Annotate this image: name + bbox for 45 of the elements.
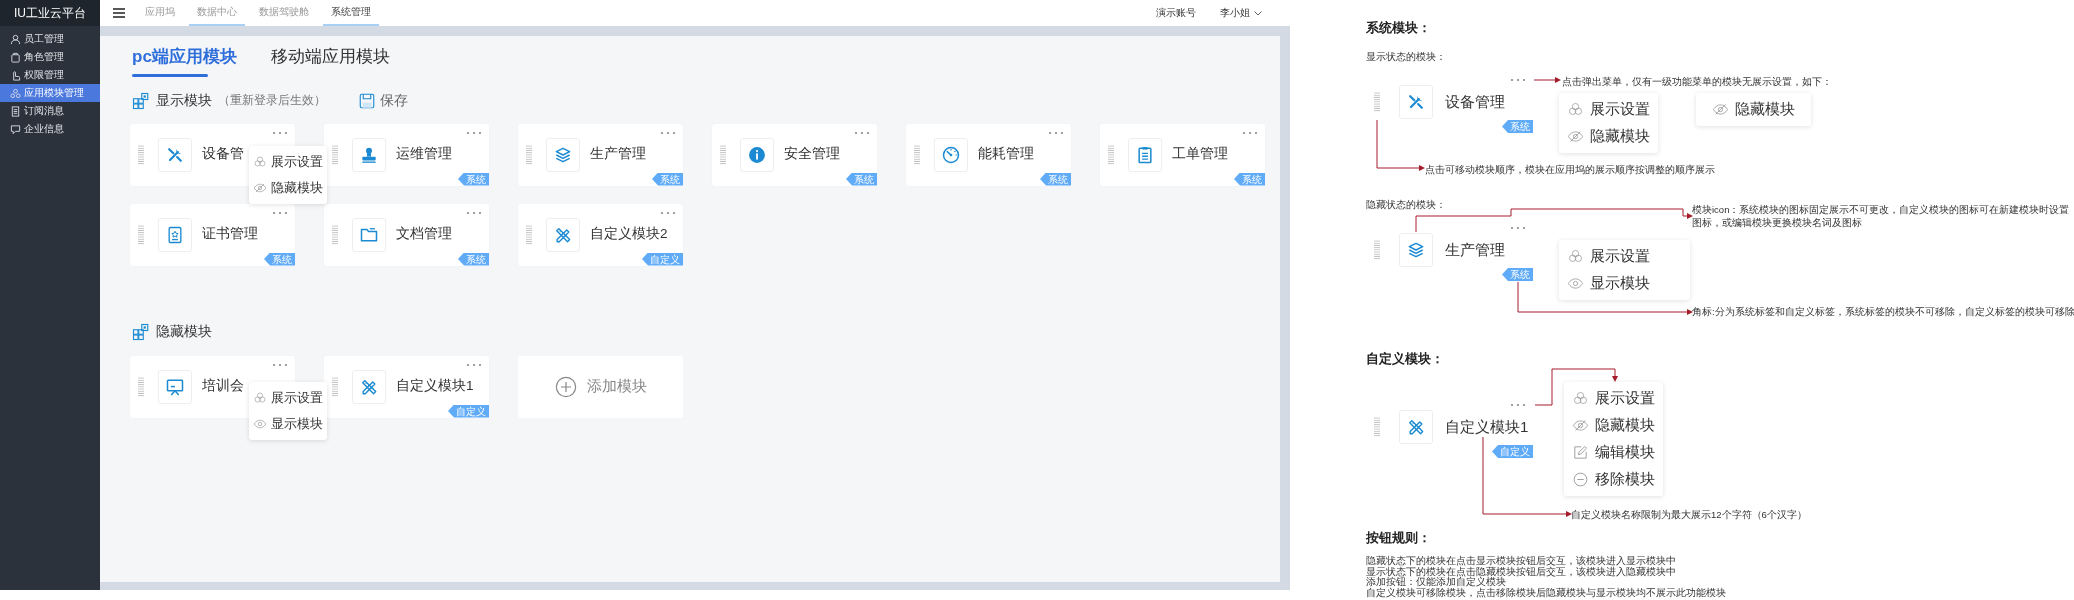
module-name: 生产管理: [590, 145, 646, 164]
annotation-text: 角标:分为系统标签和自定义标签，系统标签的模块不可移除，自定义标签的模块可移除: [1692, 305, 2074, 319]
module-tag: 系统: [458, 252, 489, 266]
section-note: （重新登录后生效）: [218, 92, 326, 108]
module-tag: 自定义: [642, 252, 683, 266]
brand-title: IU工业云平台: [0, 0, 100, 26]
module-name: 能耗管理: [978, 145, 1034, 164]
module-name: 证书管理: [202, 225, 258, 244]
module-name: 工单管理: [1172, 145, 1228, 164]
module-name: 文档管理: [396, 225, 452, 244]
spec-label: 隐藏状态的模块：: [1366, 198, 1446, 212]
module-tag: 系统: [458, 172, 489, 186]
module-name: 安全管理: [784, 145, 840, 164]
spec-heading: 自定义模块：: [1366, 350, 1444, 368]
module-tag: 自定义: [448, 404, 489, 418]
rule-text: 自定义模块可移除模块，点击移除模块后隐藏模块与显示模块均不展示此功能模块: [1366, 587, 1726, 598]
module-name: 培训会: [202, 377, 244, 396]
module-tag: 系统: [1502, 268, 1533, 281]
module-tag: 系统: [846, 172, 877, 186]
module-tag: 系统: [264, 252, 295, 266]
module-name: 自定义模块2: [590, 225, 668, 244]
annotation-text: 自定义模块名称限制为最大展示12个字符（6个汉字）: [1571, 508, 1807, 522]
module-tag: 系统: [652, 172, 683, 186]
module-name: 设备管: [202, 145, 244, 164]
module-name: 设备管理: [1445, 91, 1505, 112]
rule-text: 显示状态下的模块在点击隐藏模块按钮后交互，该模块进入隐藏模块中: [1366, 566, 1677, 577]
account-label: 演示账号: [1156, 5, 1196, 20]
annotation-text: 点击可移动模块顺序，模块在应用坞的展示顺序按调整的顺序展示: [1425, 163, 1715, 177]
module-tag: 系统: [1234, 172, 1265, 186]
module-name: 运维管理: [396, 145, 452, 164]
annotation-text: 点击弹出菜单，仅有一级功能菜单的模块无展示设置，如下：: [1562, 75, 1832, 89]
section-title: 显示模块: [156, 91, 212, 110]
spec-heading: 按钮规则：: [1366, 529, 1431, 547]
module-name: 自定义模块1: [396, 377, 474, 396]
module-tag: 系统: [1502, 120, 1533, 133]
rule-text: 隐藏状态下的模块在点击显示模块按钮后交互，该模块进入显示模块中: [1366, 556, 1677, 567]
rule-text: 添加按钮：仅能添加自定义模块: [1366, 577, 1506, 588]
module-name: 自定义模块1: [1445, 416, 1529, 437]
annotation-text: 模块icon：系统模块的图标固定展示不可更改，自定义模块的图标可在新建模块时设置图标，或编辑模块更换模块名词及图标: [1692, 203, 2071, 229]
spec-label: 显示状态的模块：: [1366, 50, 1446, 64]
spec-heading: 系统模块：: [1366, 19, 1431, 37]
module-name: 生产管理: [1445, 239, 1505, 260]
section-title: 隐藏模块: [156, 322, 212, 341]
module-tag: 自定义: [1492, 445, 1533, 458]
module-tag: 系统: [1040, 172, 1071, 186]
